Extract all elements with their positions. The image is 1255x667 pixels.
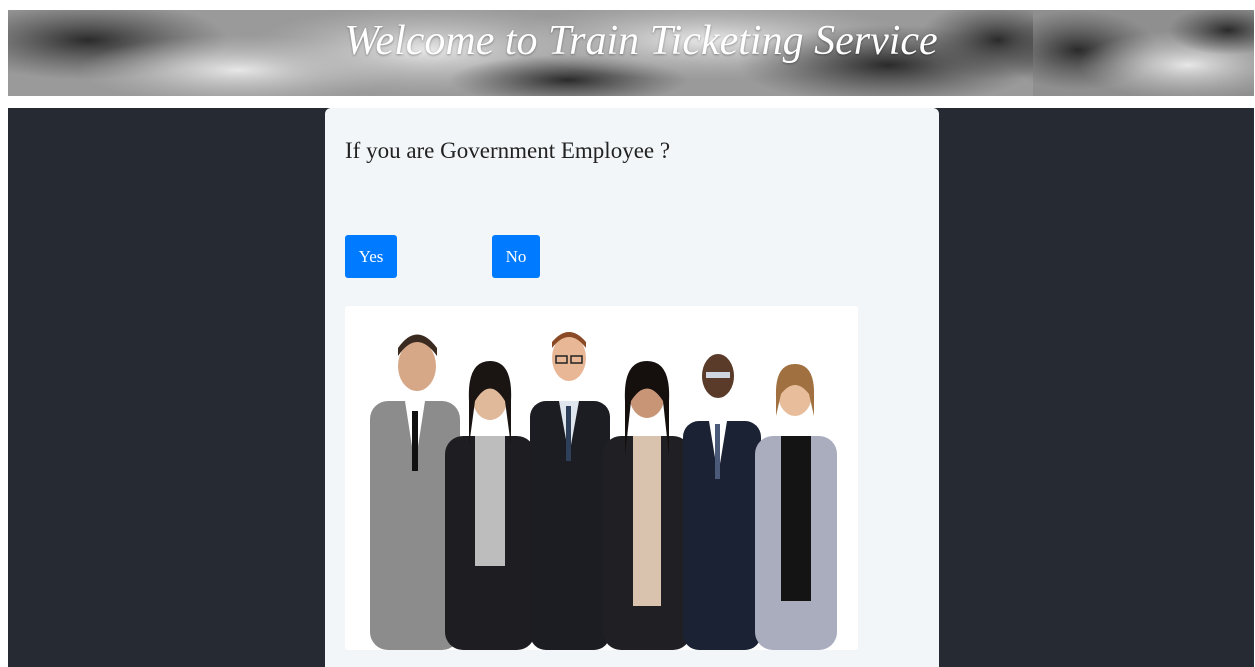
page: Welcome to Train Ticketing Service If yo… [0,0,1255,667]
page-title: Welcome to Train Ticketing Service [344,18,938,64]
question-text: If you are Government Employee ? [345,138,671,163]
business-people-photo [345,306,858,650]
no-button[interactable]: No [492,235,540,278]
people-illustration [345,306,858,650]
question-card: If you are Government Employee ? Yes No [325,108,939,667]
yes-button[interactable]: Yes [345,235,397,278]
header-banner: Welcome to Train Ticketing Service [8,10,1254,96]
